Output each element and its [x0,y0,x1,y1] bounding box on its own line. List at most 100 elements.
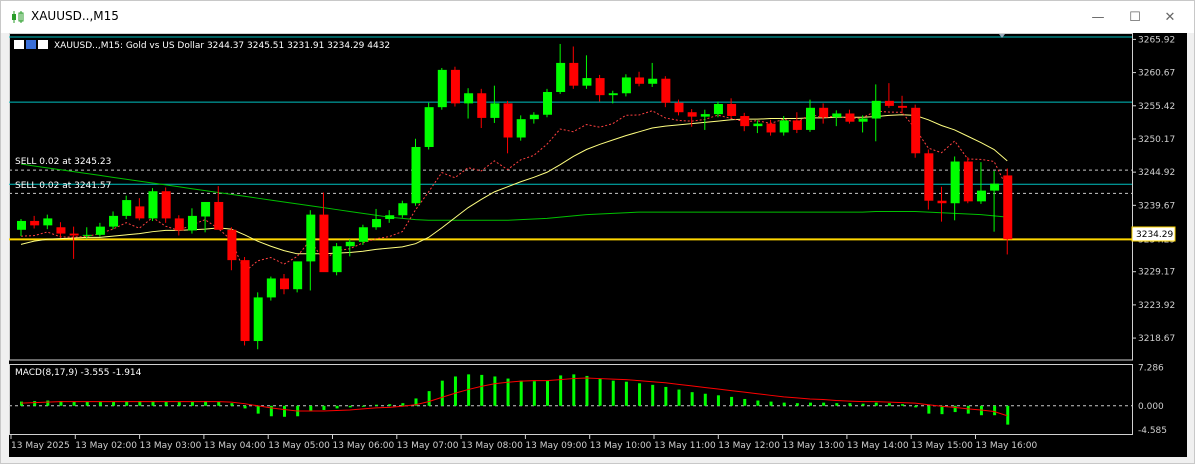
macd-histogram-bar [993,405,997,416]
chart-canvas[interactable]: 3265.92 3260.67 3255.42 3250.17 3244.92 3239.… [9,33,1187,457]
candle-body[interactable] [30,220,40,226]
candle-body[interactable] [490,103,500,118]
candle-body[interactable] [924,153,934,201]
candle-body[interactable] [845,113,855,122]
candle-body[interactable] [648,78,658,84]
candle-body[interactable] [201,201,211,217]
candle-body[interactable] [687,112,697,117]
candle-body[interactable] [779,120,789,133]
candle-body[interactable] [411,146,421,204]
candle-body[interactable] [608,93,618,96]
candle-body[interactable] [569,62,579,86]
candle-body[interactable] [358,227,368,242]
candle-body[interactable] [280,278,289,290]
candle-body[interactable] [858,118,868,122]
candle-body[interactable] [713,104,723,115]
chart-header: XAUUSD..,M15: Gold vs US Dollar 3244.37 … [14,40,390,51]
candle-body[interactable] [148,191,158,219]
one-click-trading-icon[interactable] [26,40,36,49]
candle-body[interactable] [266,278,276,298]
macd-histogram-bar [85,401,89,406]
candle-body[interactable] [595,78,605,96]
candle-body[interactable] [161,191,171,219]
candle-body[interactable] [398,203,408,216]
candle-body[interactable] [766,123,776,133]
candle-body[interactable] [556,62,566,92]
macd-histogram-bar [585,375,589,406]
current-price-label: 3234.29 [1136,230,1173,240]
candle-body[interactable] [450,69,460,104]
candle-body[interactable] [792,120,802,130]
chart-area[interactable]: 3265.92 3260.67 3255.42 3250.17 3244.92 3239.… [9,33,1187,457]
candle-body[interactable] [753,123,763,127]
candle-body[interactable] [661,78,671,103]
trade-panel-icon[interactable] [38,40,48,49]
trade-line-label[interactable]: SELL 0.02 at 3245.23 [15,157,111,167]
candle-body[interactable] [884,100,894,106]
candle-body[interactable] [109,215,119,227]
candle-body[interactable] [976,190,986,202]
candle-body[interactable] [253,297,263,342]
title-bar[interactable]: XAUUSD..,M15 — ☐ ✕ [1,1,1194,33]
candle-body[interactable] [227,229,237,261]
candle-body[interactable] [385,215,395,220]
candle-body[interactable] [1003,175,1013,240]
candle-body[interactable] [727,104,737,117]
trade-line-label[interactable]: SELL 0.02 at 3241.57 [15,181,111,191]
candle-body[interactable] [543,91,552,115]
minimize-button[interactable]: — [1084,7,1112,29]
time-axis-label: 13 May 13:00 [783,441,845,451]
candle-body[interactable] [306,214,316,262]
candle-body[interactable] [963,161,973,202]
close-button[interactable]: ✕ [1156,7,1184,29]
candle-body[interactable] [464,93,474,104]
candle-body[interactable] [135,206,145,219]
candle-body[interactable] [69,233,79,236]
candle-body[interactable] [56,227,66,234]
candle-body[interactable] [937,200,947,204]
candle-body[interactable] [516,119,526,138]
candle-body[interactable] [240,260,250,342]
macd-histogram-bar [72,401,76,406]
macd-histogram-bar [966,405,970,414]
macd-histogram-bar [611,380,615,406]
maximize-button[interactable]: ☐ [1121,7,1149,29]
candle-body[interactable] [95,226,105,235]
candle-body[interactable] [503,103,513,138]
candle-body[interactable] [871,100,881,119]
candle-body[interactable] [82,234,92,236]
candle-body[interactable] [477,93,487,118]
time-axis-label: 13 May 16:00 [976,441,1038,451]
candle-body[interactable] [950,161,960,204]
macd-histogram-bar [848,403,852,406]
candle-body[interactable] [293,261,303,290]
candle-body[interactable] [214,201,224,230]
candle-body[interactable] [819,107,829,118]
candle-body[interactable] [990,183,1000,191]
candle-body[interactable] [174,218,184,231]
candle-body[interactable] [582,78,592,86]
candle-body[interactable] [319,214,329,273]
candle-body[interactable] [122,200,132,216]
candle-body[interactable] [529,114,539,120]
chart-properties-icon[interactable] [14,40,24,49]
candle-body[interactable] [700,114,710,117]
macd-histogram-bar [651,384,655,406]
candle-body[interactable] [621,77,631,94]
candle-body[interactable] [437,69,447,108]
candle-body[interactable] [635,77,645,84]
candle-body[interactable] [372,219,382,228]
candle-body[interactable] [806,107,815,130]
candle-body[interactable] [187,215,197,231]
candle-body[interactable] [898,105,908,108]
candle-body[interactable] [832,113,842,118]
candle-body[interactable] [424,107,434,147]
candle-body[interactable] [674,102,684,113]
candle-body[interactable] [17,220,26,230]
candle-body[interactable] [345,241,355,247]
candle-body[interactable] [911,107,921,154]
time-axis-label: 13 May 08:00 [461,441,523,451]
candle-body[interactable] [740,116,750,127]
candle-body[interactable] [43,218,53,226]
candle-body[interactable] [332,246,342,273]
